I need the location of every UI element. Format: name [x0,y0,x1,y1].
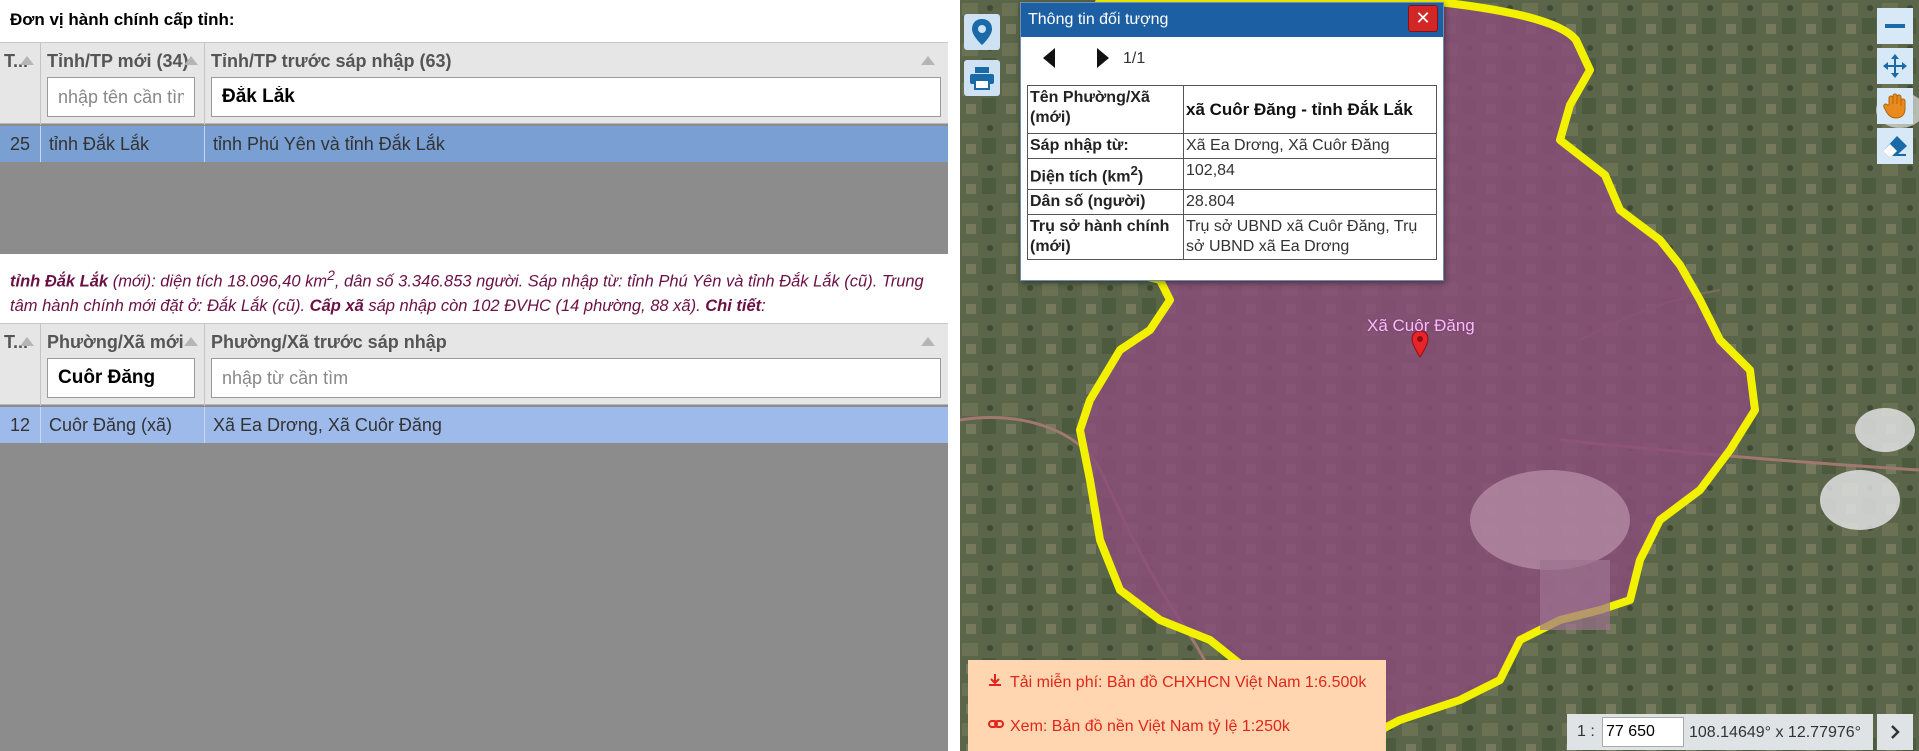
popup-count: 1/1 [1123,50,1146,67]
sort-arrow-icon[interactable] [184,337,198,346]
table-row: Dân số (người) 28.804 [1027,189,1437,216]
popup-title: Thông tin đối tượng [1028,11,1169,28]
cell-old-province: tỉnh Phú Yên và tỉnh Đắk Lắk [213,134,445,154]
eraser-icon[interactable] [1877,128,1913,164]
map-scale-bar: 1 : 108.14649° x 12.77976° [1567,714,1873,750]
attribute-key: Sáp nhập từ: [1027,133,1184,159]
feature-attributes-table: Tên Phường/Xã (mới) xã Cuôr Đăng - tỉnh … [1027,85,1437,261]
filter-new-commune-input[interactable] [47,358,195,398]
column-label: Phường/Xã trước sáp nhập [211,332,447,352]
feature-info-popup: Thông tin đối tượng ✕ 1/1 Tên Phường/Xã … [1020,2,1444,281]
column-header-new-commune[interactable]: Phường/Xã mới [41,324,205,406]
attribute-key: Diện tích (km2) [1027,157,1184,191]
attribute-value: 102,84 [1183,157,1437,191]
province-grid-header: T... Tỉnh/TP mới (34) Tỉnh/TP trước sáp … [0,42,948,125]
province-grid: T... Tỉnh/TP mới (34) Tỉnh/TP trước sáp … [0,42,948,254]
download-link[interactable]: Tải miễn phí: Bản đồ CHXHCN Việt Nam 1:6… [988,673,1366,692]
filter-old-province-input[interactable] [211,77,941,117]
chevron-right-icon[interactable] [1877,714,1913,750]
cell-index: 25 [0,126,41,162]
attribute-value: 28.804 [1183,189,1437,216]
hand-icon[interactable] [1877,88,1913,124]
scale-input[interactable] [1602,717,1684,747]
previous-arrow-icon[interactable] [1043,48,1055,68]
attribute-key-text: Diện tích (km [1030,168,1131,186]
popup-header: Thông tin đối tượng ✕ [1021,3,1443,37]
panel-title: Đơn vị hành chính cấp tỉnh: [10,10,235,29]
location-pin-icon[interactable] [964,14,1000,50]
summary-details-link[interactable]: Chi tiết [705,297,761,315]
column-label: Tỉnh/TP mới (34) [47,51,189,71]
popup-pagination: 1/1 [1021,39,1443,77]
column-label: Tỉnh/TP trước sáp nhập (63) [211,51,452,71]
column-header-new-province[interactable]: Tỉnh/TP mới (34) [41,43,205,125]
province-summary: tỉnh Đắk Lắk (mới): diện tích 18.096,40 … [10,264,940,318]
sort-arrow-icon[interactable] [921,337,935,346]
summary-sup: 2 [327,268,335,283]
summary-text: sáp nhập còn 102 ĐVHC (14 phường, 88 xã)… [363,296,706,315]
zoom-out-icon[interactable] [1877,8,1913,44]
download-icon [988,673,1004,692]
column-header-index[interactable]: T... [0,43,41,125]
cell-index: 12 [0,407,41,443]
filter-new-province-input[interactable] [47,77,195,117]
commune-grid-header: T... Phường/Xã mới Phường/Xã trước sáp n… [0,323,948,406]
table-row: Diện tích (km2) 102,84 [1027,157,1437,191]
map-marker-label: Xã Cuôr Đăng [1367,316,1475,335]
commune-grid: T... Phường/Xã mới Phường/Xã trước sáp n… [0,323,948,751]
print-icon[interactable] [964,60,1000,96]
table-row: Sáp nhập từ: Xã Ea Drơng, Xã Cuôr Đăng [1027,133,1437,159]
cell-old-commune: Xã Ea Drơng, Xã Cuôr Đăng [213,415,442,435]
next-arrow-icon[interactable] [1097,48,1109,68]
attribute-key-text: ) [1137,168,1144,186]
table-row: Trụ sở hành chính (mới) Trụ sở UBND xã C… [1027,214,1437,261]
table-row[interactable]: 25 tỉnh Đắk Lắk tỉnh Phú Yên và tỉnh Đắk… [0,126,948,162]
summary-province-name: tỉnh Đắk Lắk [10,272,109,291]
summary-text: : [761,296,766,315]
sort-arrow-icon[interactable] [20,56,34,65]
table-row: Tên Phường/Xã (mới) xã Cuôr Đăng - tỉnh … [1027,85,1437,134]
attribute-value: xã Cuôr Đăng - tỉnh Đắk Lắk [1183,85,1437,134]
left-panel: Đơn vị hành chính cấp tỉnh: T... Tỉnh/TP… [0,0,960,751]
sort-arrow-icon[interactable] [184,56,198,65]
filter-old-commune-input[interactable] [211,358,941,398]
table-row[interactable]: 12 Cuôr Đăng (xã) Xã Ea Drơng, Xã Cuôr Đ… [0,407,948,443]
view-base-map-link[interactable]: Xem: Bản đồ nền Việt Nam tỷ lệ 1:250k [988,717,1290,736]
column-header-index[interactable]: T... [0,324,41,406]
attribute-value: Xã Ea Drơng, Xã Cuôr Đăng [1183,133,1437,159]
cell-new-province: tỉnh Đắk Lắk [41,126,205,162]
link-icon [988,717,1004,736]
view-link-text: Xem: Bản đồ nền Việt Nam tỷ lệ 1:250k [1010,718,1290,735]
scale-prefix: 1 : [1577,723,1595,740]
download-links-box: Tải miễn phí: Bản đồ CHXHCN Việt Nam 1:6… [968,660,1386,751]
sort-arrow-icon[interactable] [20,337,34,346]
column-label: Phường/Xã mới [47,332,184,352]
download-link-text: Tải miễn phí: Bản đồ CHXHCN Việt Nam 1:6… [1010,674,1367,691]
column-header-old-province[interactable]: Tỉnh/TP trước sáp nhập (63) [205,43,948,125]
summary-text: (mới): diện tích 18.096,40 km [108,272,328,291]
attribute-key: Trụ sở hành chính (mới) [1027,214,1184,261]
attribute-key: Dân số (người) [1027,189,1184,216]
attribute-key-sup: 2 [1130,163,1138,178]
summary-cap-xa: Cấp xã [309,296,364,315]
cell-new-commune: Cuôr Đăng (xã) [41,407,205,443]
close-button[interactable]: ✕ [1408,5,1438,32]
sort-arrow-icon[interactable] [921,56,935,65]
pan-icon[interactable] [1877,48,1913,84]
coordinates-readout: 108.14649° x 12.77976° [1689,724,1862,741]
attribute-value: Trụ sở UBND xã Cuôr Đăng, Trụ sở UBND xã… [1183,214,1437,261]
column-header-old-commune[interactable]: Phường/Xã trước sáp nhập [205,324,948,406]
attribute-key: Tên Phường/Xã (mới) [1027,85,1184,134]
